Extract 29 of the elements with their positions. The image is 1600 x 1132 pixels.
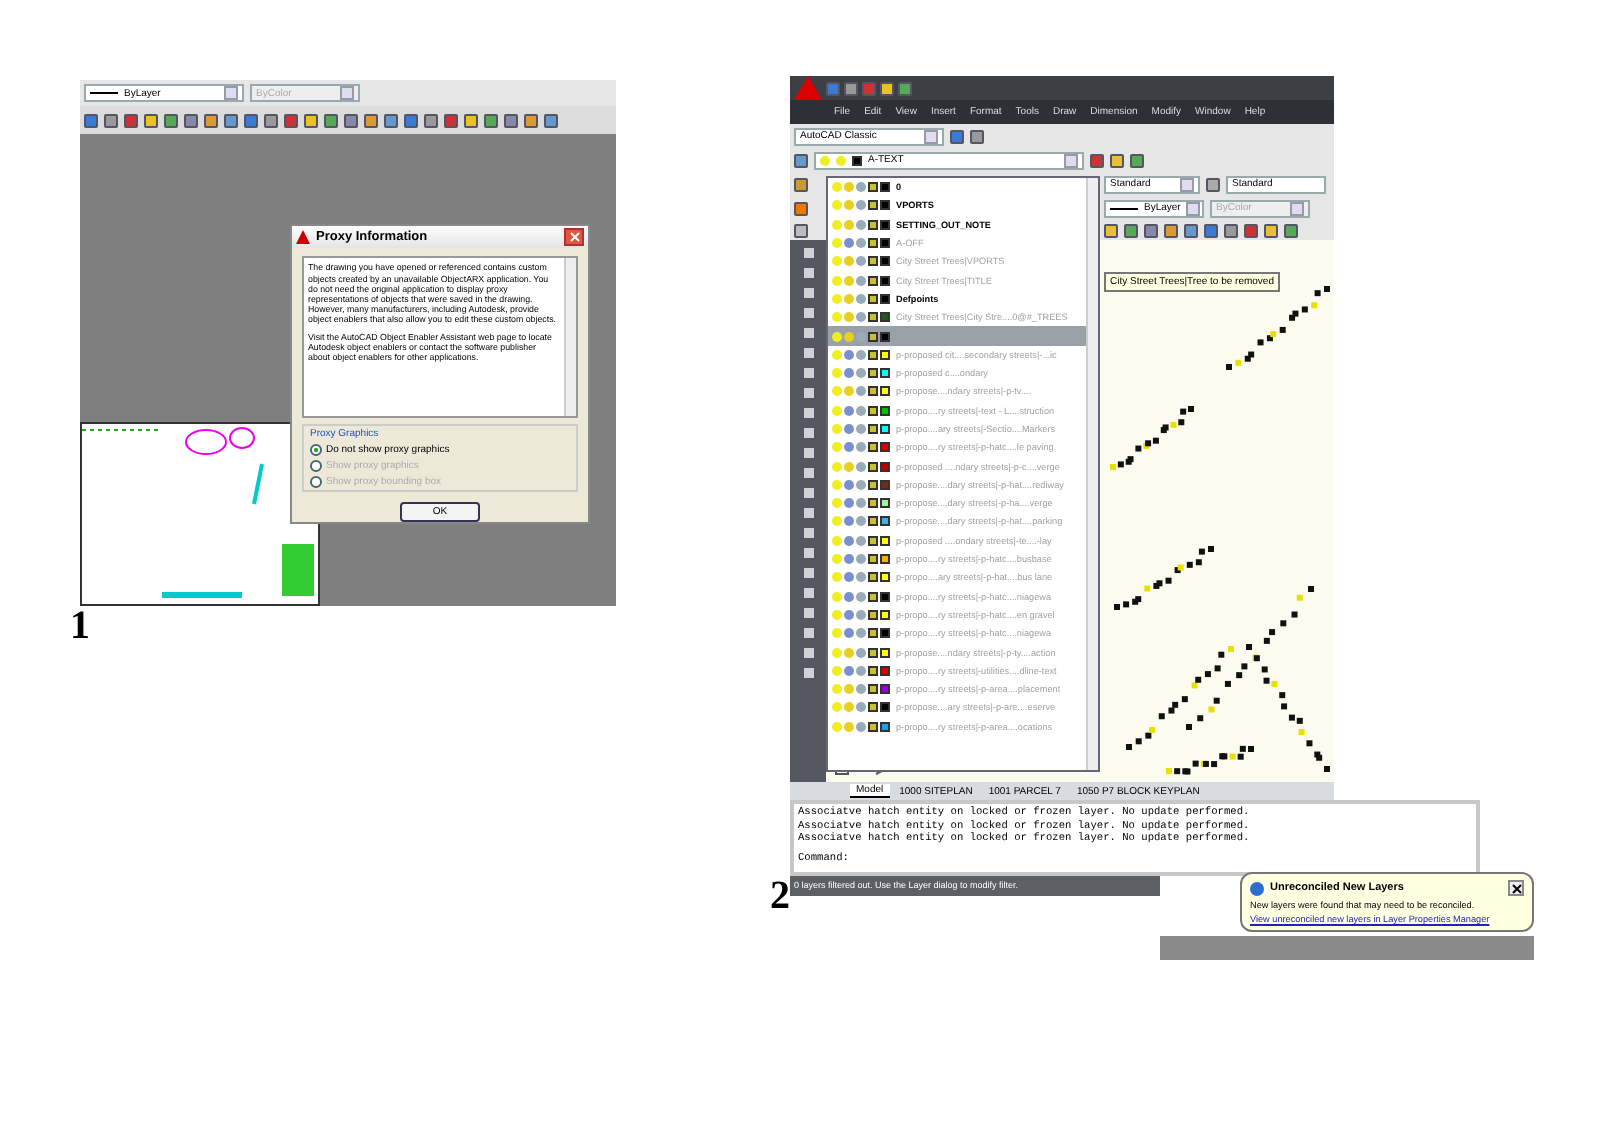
sun-icon[interactable] — [844, 609, 854, 620]
close-button[interactable] — [1508, 880, 1524, 896]
close-button[interactable] — [564, 228, 584, 247]
figure-number: 2 — [770, 876, 790, 916]
bulb-icon — [820, 155, 830, 165]
layer-item[interactable] — [828, 326, 1086, 346]
tool-icon[interactable] — [1206, 177, 1220, 191]
sun-icon[interactable] — [844, 665, 854, 676]
sun-icon[interactable] — [844, 554, 854, 565]
sun-icon[interactable] — [844, 368, 854, 379]
sun-icon[interactable] — [844, 498, 854, 509]
sun-icon[interactable] — [844, 628, 854, 639]
sun-icon[interactable] — [844, 516, 854, 527]
sun-icon[interactable] — [844, 238, 854, 249]
sun-icon[interactable] — [844, 591, 854, 602]
info-icon — [1250, 881, 1264, 895]
close-icon — [1511, 883, 1521, 893]
sun-icon[interactable] — [844, 424, 854, 434]
sun-icon[interactable] — [844, 572, 854, 583]
sun-icon[interactable] — [844, 535, 854, 546]
sun-icon[interactable] — [844, 479, 854, 490]
close-icon — [569, 232, 579, 243]
sun-icon[interactable] — [844, 349, 854, 360]
sun-icon — [836, 155, 846, 165]
color-swatch — [852, 155, 862, 165]
sun-icon[interactable] — [844, 405, 854, 416]
sun-icon[interactable] — [844, 442, 854, 453]
logo-icon — [296, 230, 310, 245]
figure-number: 1 — [70, 606, 92, 646]
